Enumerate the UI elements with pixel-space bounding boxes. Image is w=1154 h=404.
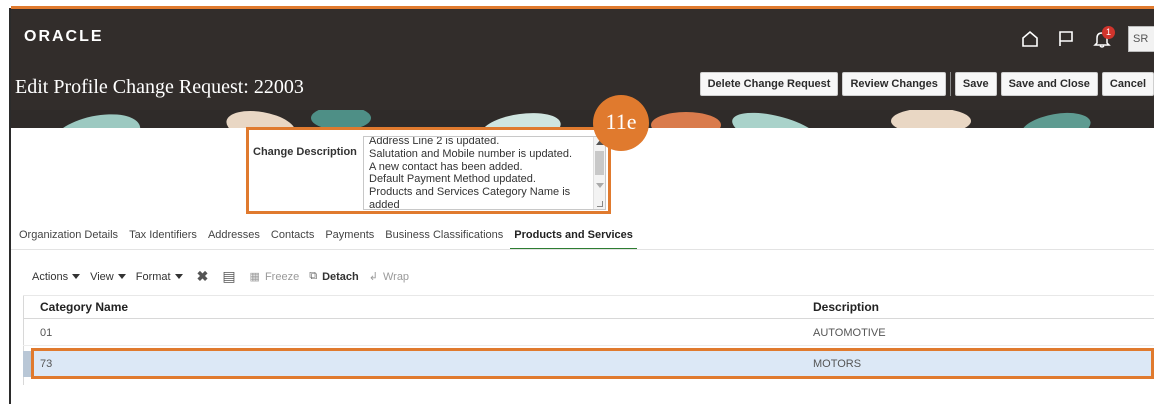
step-badge: 11e [593,95,649,151]
oracle-logo[interactable]: ORACLE [24,28,104,46]
category-name-cell: 01 [40,327,53,339]
chevron-down-icon [72,274,81,279]
wrap-label: Wrap [382,270,410,283]
global-icons: 1 SR [1012,24,1154,54]
save-button[interactable]: Save [954,72,997,96]
page-title: Edit Profile Change Request: 22003 [15,76,304,98]
home-icon[interactable] [1012,24,1048,54]
table-header-row: Category Name Description [23,295,1154,319]
wrap-icon: ↲ [368,271,378,283]
freeze-label: Freeze [264,270,300,283]
detach-label: Detach [322,270,359,283]
freeze-button[interactable]: ▦ Freeze [249,270,300,284]
format-menu[interactable]: Format [136,271,183,283]
export-to-excel-icon[interactable]: ▤ [222,268,235,285]
tab-products-and-services[interactable]: Products and Services [510,229,637,250]
review-changes-button[interactable]: Review Changes [842,72,946,96]
header-accent-strip [11,6,1154,9]
detach-button[interactable]: ⧉ Detach [309,270,359,283]
chevron-down-icon [174,274,183,279]
decorative-banner [11,110,1154,128]
delete-icon[interactable]: ✖ [197,268,209,285]
wrap-button[interactable]: ↲ Wrap [368,270,410,284]
callout-highlight-description [246,127,611,214]
global-header [11,8,1154,122]
toolbar-separator [949,72,951,96]
detach-icon: ⧉ [309,270,318,282]
delete-change-request-button[interactable]: Delete Change Request [699,72,839,96]
table-toolbar: Actions View Format ✖ ▤ ▦ Freeze ⧉ Detac… [32,268,419,285]
user-avatar[interactable]: SR [1128,26,1154,52]
notification-count-badge: 1 [1102,26,1115,39]
freeze-icon: ▦ [249,271,260,283]
save-and-close-button[interactable]: Save and Close [1000,72,1098,96]
page-actions: Delete Change Request Review Changes Sav… [696,72,1154,96]
actions-menu[interactable]: Actions [32,270,81,283]
left-frame-edge [9,8,11,404]
tab-contacts[interactable]: Contacts [271,229,314,250]
actions-menu-label: Actions [32,270,69,283]
tab-business-classifications[interactable]: Business Classifications [385,229,503,250]
flag-icon[interactable] [1048,24,1084,54]
view-menu[interactable]: View [90,271,126,283]
column-header-description[interactable]: Description [813,300,879,314]
tab-bar: Organization Details Tax Identifiers Add… [19,229,648,250]
column-header-category-name[interactable]: Category Name [40,300,128,314]
tab-payments[interactable]: Payments [325,229,374,250]
tab-tax-identifiers[interactable]: Tax Identifiers [129,229,197,250]
tab-organization-details[interactable]: Organization Details [19,229,118,250]
cancel-button[interactable]: Cancel [1101,72,1154,96]
description-cell: AUTOMOTIVE [813,327,886,339]
table-row[interactable]: 01 AUTOMOTIVE [23,320,1154,346]
tabs-divider [11,249,1154,250]
format-menu-label: Format [135,270,171,283]
chevron-down-icon [117,274,126,279]
callout-highlight-row [31,348,1154,379]
view-menu-label: View [90,270,114,283]
notifications-button[interactable]: 1 [1084,24,1120,54]
tab-addresses[interactable]: Addresses [208,229,260,250]
